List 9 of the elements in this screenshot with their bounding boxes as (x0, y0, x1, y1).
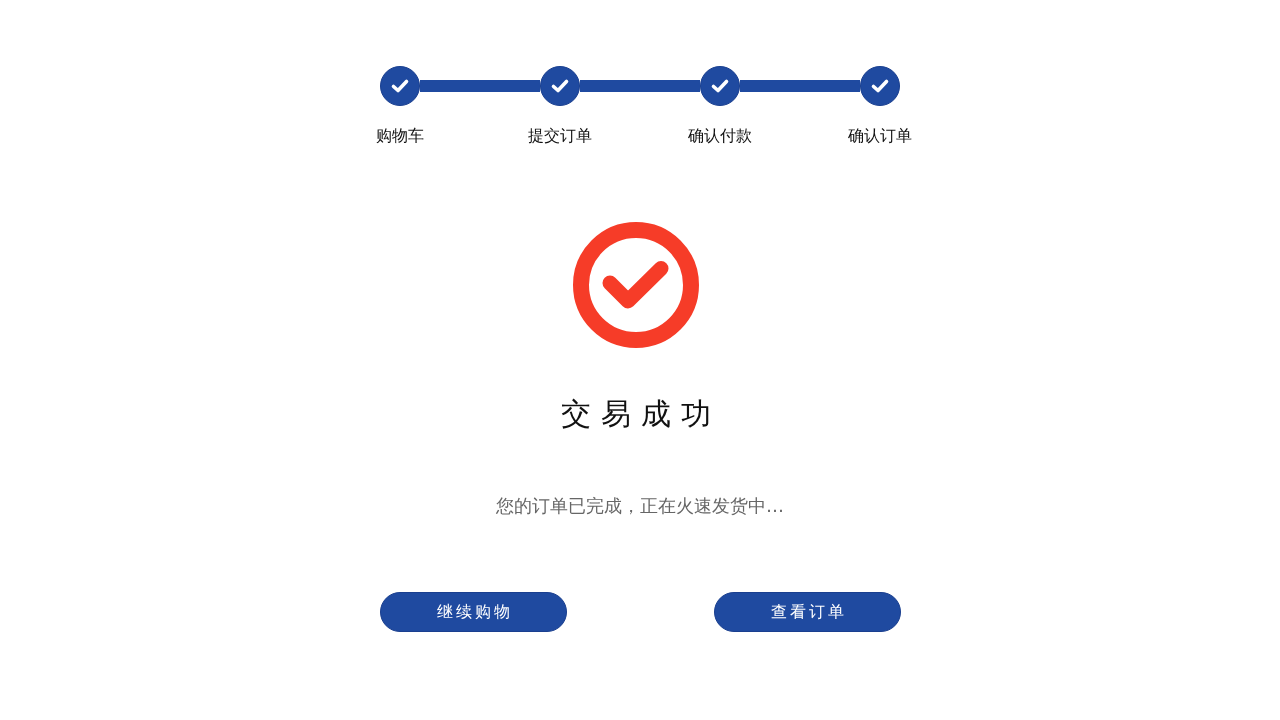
step-label: 确认订单 (848, 126, 912, 146)
view-order-button[interactable]: 查看订单 (713, 592, 901, 632)
step-label: 购物车 (376, 126, 424, 146)
continue-shopping-button[interactable]: 继续购物 (379, 592, 567, 632)
status-message: 您的订单已完成，正在火速发货中… (496, 494, 784, 518)
step-label: 提交订单 (528, 126, 592, 146)
step-label: 确认付款 (688, 126, 752, 146)
check-circle-icon (573, 222, 699, 348)
status-title: 交易成功 (560, 395, 721, 433)
